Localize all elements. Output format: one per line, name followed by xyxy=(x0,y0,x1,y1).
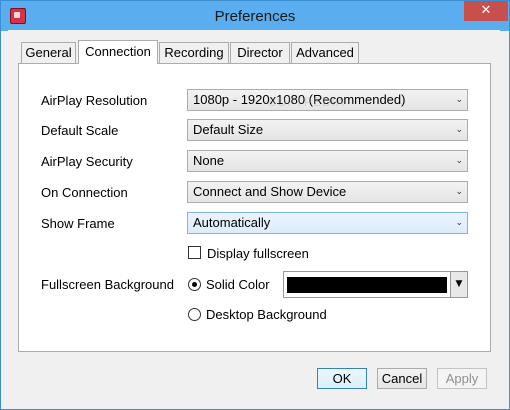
chevron-down-icon: ⌄ xyxy=(455,125,463,135)
desktop-background-label[interactable]: Desktop Background xyxy=(206,307,327,323)
title-bar[interactable]: Preferences ✕ xyxy=(1,1,509,31)
fullscreen-background-label: Fullscreen Background xyxy=(41,277,174,292)
on-connection-label: On Connection xyxy=(41,185,128,200)
on-connection-value: Connect and Show Device xyxy=(193,184,347,199)
tab-recording[interactable]: Recording xyxy=(159,42,229,63)
tab-advanced[interactable]: Advanced xyxy=(291,42,359,63)
apply-button[interactable]: Apply xyxy=(437,368,487,389)
color-swatch xyxy=(287,277,447,293)
desktop-background-radio[interactable] xyxy=(188,308,201,321)
cancel-button[interactable]: Cancel xyxy=(377,368,427,389)
dropdown-arrow-icon[interactable]: ▼ xyxy=(450,272,467,297)
ok-button[interactable]: OK xyxy=(317,368,367,389)
tab-general[interactable]: General xyxy=(21,42,76,63)
tab-director[interactable]: Director xyxy=(230,42,290,63)
display-fullscreen-checkbox[interactable] xyxy=(188,246,201,259)
window-title: Preferences xyxy=(214,8,296,25)
default-scale-select[interactable]: Default Size ⌄ xyxy=(187,119,468,141)
default-scale-label: Default Scale xyxy=(41,123,119,138)
solid-color-radio[interactable] xyxy=(188,278,201,291)
close-icon: ✕ xyxy=(480,3,492,18)
solid-color-label[interactable]: Solid Color xyxy=(206,277,270,293)
chevron-down-icon: ⌄ xyxy=(455,187,463,197)
airplay-resolution-label: AirPlay Resolution xyxy=(41,93,148,108)
tab-connection[interactable]: Connection xyxy=(78,40,158,64)
watermark: SOFTPEDIA xyxy=(268,95,346,109)
show-frame-value: Automatically xyxy=(193,215,271,230)
close-button[interactable]: ✕ xyxy=(464,1,508,21)
color-picker-select[interactable]: ▼ xyxy=(283,271,468,298)
show-frame-label: Show Frame xyxy=(41,216,115,231)
chevron-down-icon: ⌄ xyxy=(455,95,463,105)
airplay-security-select[interactable]: None ⌄ xyxy=(187,150,468,172)
chevron-down-icon: ⌄ xyxy=(455,156,463,166)
default-scale-value: Default Size xyxy=(193,122,264,137)
chevron-down-icon: ⌄ xyxy=(455,218,463,228)
show-frame-select[interactable]: Automatically ⌄ xyxy=(187,212,468,234)
display-fullscreen-label[interactable]: Display fullscreen xyxy=(207,246,309,262)
on-connection-select[interactable]: Connect and Show Device ⌄ xyxy=(187,181,468,203)
airplay-security-value: None xyxy=(193,153,225,168)
airplay-security-label: AirPlay Security xyxy=(41,154,133,169)
